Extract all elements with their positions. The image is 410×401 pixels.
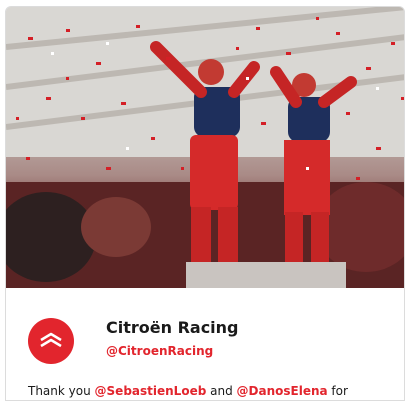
rally-celebration-photo	[6, 7, 404, 288]
tweet-body: Citroën Racing @CitroenRacing Thank you …	[6, 288, 404, 400]
tweet-text: Thank you @SebastienLoeb and @DanosElena…	[28, 384, 348, 398]
mention-link[interactable]: @SebastienLoeb	[95, 384, 207, 398]
account-name[interactable]: Citroën Racing	[106, 318, 239, 337]
tweet-text-prefix: Thank you	[28, 384, 95, 398]
mention-link[interactable]: @DanosElena	[237, 384, 328, 398]
tweet-text-middle: and	[206, 384, 237, 398]
tweet-text-suffix: for	[327, 384, 348, 398]
citroen-logo-icon	[40, 332, 62, 348]
avatar[interactable]	[28, 318, 74, 364]
tweet-card[interactable]: Citroën Racing @CitroenRacing Thank you …	[5, 6, 405, 401]
tweet-photo[interactable]	[6, 7, 404, 288]
account-handle[interactable]: @CitroenRacing	[106, 344, 213, 358]
